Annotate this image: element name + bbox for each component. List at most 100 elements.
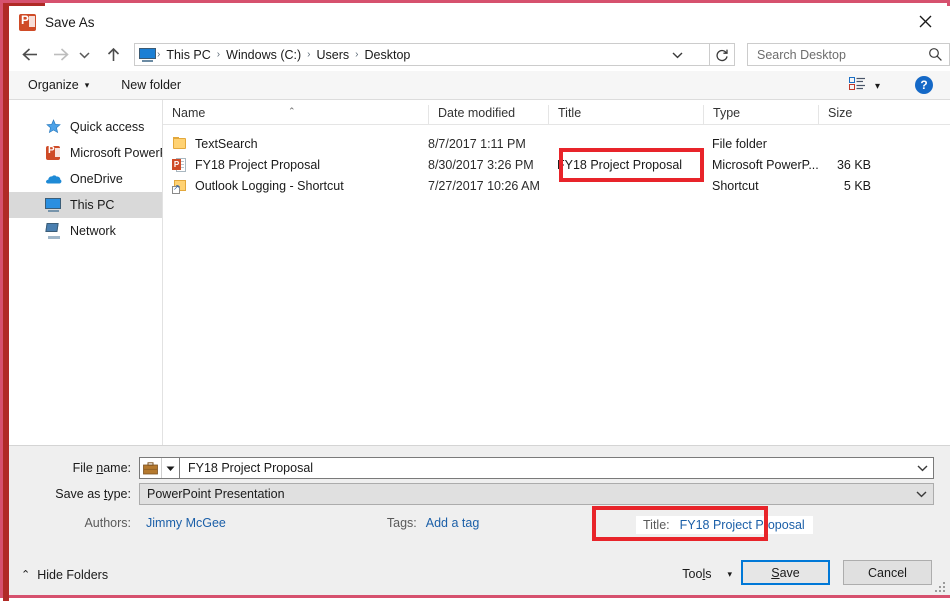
table-row[interactable]: Outlook Logging - Shortcut 7/27/2017 10:… [163,175,950,196]
file-title: FY18 Project Proposal [548,158,703,172]
onedrive-cloud-icon [45,171,62,187]
column-header-date-modified[interactable]: Date modified [428,105,548,124]
file-date-modified: 8/30/2017 3:26 PM [428,158,548,172]
command-bar: Organize ▾ New folder ▾ ? [9,71,950,100]
hide-folders-label: Hide Folders [37,568,108,582]
breadcrumb-item-users[interactable]: Users [312,48,355,62]
refresh-icon[interactable] [710,43,735,66]
help-label: ? [920,78,927,92]
table-row[interactable]: TextSearch 8/7/2017 1:11 PM File folder [163,133,950,154]
search-input[interactable] [755,47,915,63]
new-folder-label: New folder [121,78,181,92]
breadcrumb-item-this-pc[interactable]: This PC [161,48,215,62]
breadcrumb-item-windows-c[interactable]: Windows (C:) [221,48,306,62]
cancel-button[interactable]: Cancel [843,560,932,585]
tools-label-post: s [705,567,711,581]
chevron-down-icon[interactable] [912,484,930,504]
title-value[interactable]: FY18 Project Proposal [680,518,805,532]
chevron-down-icon: ▾ [727,569,732,580]
file-name: Outlook Logging - Shortcut [195,179,344,193]
tools-button[interactable]: Tools ▾ [678,564,736,584]
table-row[interactable]: P FY18 Project Proposal 8/30/2017 3:26 P… [163,154,950,175]
file-list-pane: Name ⌃ Date modified Title Type Size [163,100,950,445]
save-options-form: File name: [9,445,950,554]
close-icon[interactable] [902,6,948,37]
organize-button[interactable]: Organize ▾ [21,75,96,95]
sidebar-item-label: OneDrive [70,172,123,186]
search-box[interactable] [747,43,950,66]
file-name-label-pre: File [73,461,97,475]
authors-value[interactable]: Jimmy McGee [146,516,226,530]
sidebar-item-label: Quick access [70,120,144,134]
hide-folders-button[interactable]: ⌃ Hide Folders [21,568,108,582]
chevron-down-icon: ▾ [85,80,90,91]
file-rows: TextSearch 8/7/2017 1:11 PM File folder … [163,125,950,196]
sort-ascending-icon: ⌃ [288,107,296,116]
this-pc-icon [45,197,62,213]
resize-grip-icon[interactable] [933,580,945,592]
back-arrow-icon[interactable] [17,42,43,68]
organize-label: Organize [28,78,79,92]
file-name-combo[interactable] [139,457,934,479]
save-label-accel: S [771,566,779,580]
sidebar-item-label: Network [70,224,116,238]
briefcase-icon[interactable] [140,458,162,478]
powerpoint-icon: P [45,145,62,161]
save-label-post: ave [780,566,800,580]
help-icon[interactable]: ? [915,76,933,94]
file-name: TextSearch [195,137,258,151]
view-layout-icon [849,77,866,96]
shortcut-icon [172,178,188,194]
file-date-modified: 8/7/2017 1:11 PM [428,137,548,151]
save-as-type-label-post: ype: [107,487,131,501]
add-a-tag-link[interactable]: Add a tag [426,516,480,530]
file-name-label-post: ame: [103,461,131,475]
title-field[interactable]: Title: FY18 Project Proposal [636,516,813,534]
change-view-button[interactable]: ▾ [845,75,884,98]
recent-locations-chevron-icon[interactable] [75,42,94,68]
cancel-label: Cancel [868,566,907,580]
up-arrow-icon[interactable] [100,42,126,68]
this-pc-icon [139,48,156,62]
sidebar-item-network[interactable]: Network [9,218,162,244]
sidebar-item-label: This PC [70,198,114,212]
save-as-dialog: Save As [0,0,950,598]
powerpoint-file-icon: P [172,157,188,173]
chevron-down-icon: ▾ [875,81,880,92]
column-label: Title [558,106,581,120]
sidebar-item-quick-access[interactable]: Quick access [9,114,162,140]
save-as-type-value: PowerPoint Presentation [147,487,285,501]
sidebar-item-this-pc[interactable]: This PC [9,192,162,218]
column-header-size[interactable]: Size [818,105,895,124]
column-label: Name [172,106,205,120]
file-size: 5 KB [818,179,895,193]
title-label: Title: [643,518,670,532]
folder-icon [172,136,188,152]
address-bar[interactable]: › This PC › Windows (C:) › Users › Deskt… [134,43,710,66]
column-header-name[interactable]: Name ⌃ [163,105,428,124]
save-as-type-combo[interactable]: PowerPoint Presentation [139,483,934,505]
file-type: File folder [703,137,818,151]
sidebar-item-microsoft-powerpoint[interactable]: P Microsoft PowerPoin [9,140,162,166]
navigation-bar: › This PC › Windows (C:) › Users › Deskt… [9,38,950,71]
column-header-title[interactable]: Title [548,105,703,124]
save-as-type-label: Save as type: [9,487,139,501]
new-folder-button[interactable]: New folder [114,75,188,95]
file-name-split-caret-icon[interactable] [162,458,180,478]
tags-label: Tags: [387,516,417,530]
column-header-type[interactable]: Type [703,105,818,124]
sidebar-item-onedrive[interactable]: OneDrive [9,166,162,192]
save-button[interactable]: Save [741,560,830,585]
search-icon[interactable] [928,47,943,67]
dialog-footer: ⌃ Hide Folders Tools ▾ Save Cancel [9,554,950,595]
breadcrumb-item-desktop[interactable]: Desktop [360,48,416,62]
column-label: Type [713,106,740,120]
column-header-row: Name ⌃ Date modified Title Type Size [163,100,950,125]
tools-label-pre: Too [682,567,702,581]
file-name-input[interactable] [186,460,886,476]
chevron-down-icon[interactable] [913,458,931,478]
column-label: Date modified [438,106,515,120]
chevron-down-icon[interactable] [667,44,687,65]
save-label: Save [771,566,800,580]
column-label: Size [828,106,852,120]
